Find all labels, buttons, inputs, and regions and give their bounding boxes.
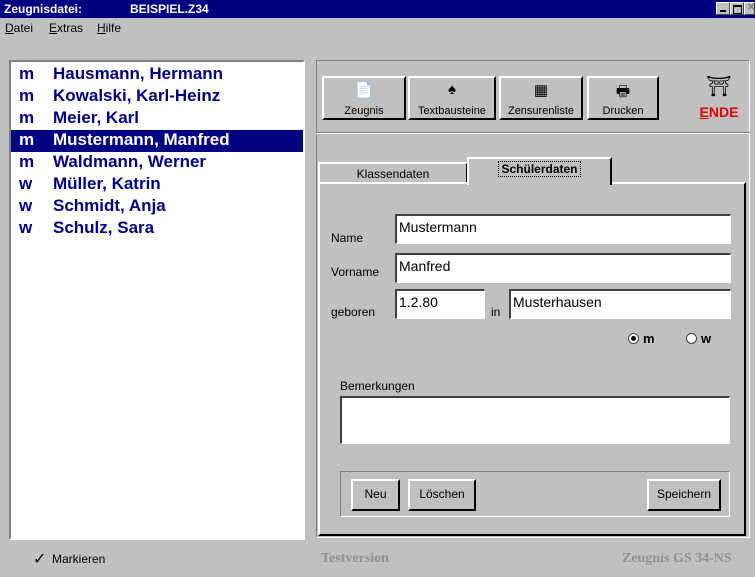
student-list-item[interactable]: m Waldmann, Werner xyxy=(11,152,303,174)
menu-extras-accel: E xyxy=(49,21,58,35)
student-gender: w xyxy=(19,196,33,215)
eraser-icon: ♠ xyxy=(448,81,456,98)
testversion-label: Testversion xyxy=(321,551,389,566)
student-name: Meier, Karl xyxy=(53,108,139,127)
close-button[interactable] xyxy=(744,2,755,15)
student-list-item[interactable]: m Kowalski, Karl-Heinz xyxy=(11,86,303,108)
minimize-button[interactable] xyxy=(716,2,730,15)
menu-bar: Datei Extras Hilfe xyxy=(0,18,755,38)
menu-datei-accel: D xyxy=(5,21,14,35)
student-name: Hausmann, Hermann xyxy=(53,64,224,83)
radio-m-label: m xyxy=(643,331,655,346)
menu-hilfe-label: ilfe xyxy=(105,21,122,35)
menu-hilfe[interactable]: Hilfe xyxy=(97,21,121,35)
markieren-label[interactable]: Markieren xyxy=(52,552,105,566)
window-file-name: BEISPIEL.Z34 xyxy=(130,2,209,16)
neu-button[interactable]: Neu xyxy=(351,479,400,511)
toolbar-divider xyxy=(316,132,750,134)
radio-dot-w xyxy=(686,333,697,344)
student-gender: m xyxy=(19,108,35,127)
student-name: Kowalski, Karl-Heinz xyxy=(53,86,221,105)
geburtsort-field[interactable]: Musterhausen xyxy=(509,289,731,319)
name-label: Name xyxy=(331,231,364,245)
ende-accel: E xyxy=(699,104,709,120)
tab-klassendaten[interactable]: Klassendaten xyxy=(318,162,468,184)
student-gender: m xyxy=(19,130,35,149)
name-field[interactable]: Mustermann xyxy=(395,214,731,244)
drucken-button[interactable]: 🖶 Drucken xyxy=(587,76,659,120)
drucken-button-label: Drucken xyxy=(602,105,644,117)
student-list-item-selected[interactable]: m Mustermann, Manfred xyxy=(11,130,303,152)
vorname-field[interactable]: Manfred xyxy=(395,253,731,283)
textbausteine-button[interactable]: ♠ Textbausteine xyxy=(408,76,496,120)
printer-icon: 🖶 xyxy=(615,83,631,100)
speichern-button[interactable]: Speichern xyxy=(647,479,721,511)
menu-extras[interactable]: Extras xyxy=(49,21,83,35)
radio-w-label: w xyxy=(701,331,712,346)
exit-door-icon: ⛩ xyxy=(706,76,732,98)
product-name-label: Zeugnis GS 34-NS xyxy=(622,551,732,566)
student-gender: m xyxy=(19,86,35,105)
tab-schuelerdaten[interactable]: Schülerdaten xyxy=(467,157,612,185)
tab-klassendaten-label: Klassendaten xyxy=(356,167,430,181)
zeugnis-button-label: Zeugnis xyxy=(344,105,384,117)
geboren-field[interactable]: 1.2.80 xyxy=(395,289,485,319)
student-gender: w xyxy=(19,218,33,237)
checkmark-icon: ✓ xyxy=(33,551,47,568)
student-name: Müller, Katrin xyxy=(53,174,161,193)
textbausteine-button-label: Textbausteine xyxy=(418,105,486,117)
window-title-label: Zeugnisdatei: xyxy=(4,2,83,16)
student-gender: w xyxy=(19,174,33,193)
student-list[interactable]: m Hausmann, Hermann m Kowalski, Karl-Heinz… xyxy=(9,60,305,540)
loeschen-button[interactable]: Löschen xyxy=(408,479,476,511)
radio-dot-m xyxy=(628,333,639,344)
document-icon: 📄 xyxy=(354,82,374,99)
student-name: Mustermann, Manfred xyxy=(53,130,230,149)
student-list-item[interactable]: w Müller, Katrin xyxy=(11,174,303,196)
student-name: Schmidt, Anja xyxy=(53,196,166,215)
student-name: Waldmann, Werner xyxy=(53,152,207,171)
zeugnis-button[interactable]: 📄 Zeugnis xyxy=(322,76,406,120)
tab-schuelerdaten-label: Schülerdaten xyxy=(498,161,581,177)
student-gender: m xyxy=(19,64,35,83)
student-list-item[interactable]: m Hausmann, Hermann xyxy=(11,64,303,86)
table-icon: ▦ xyxy=(533,82,549,99)
zensurenliste-button[interactable]: ▦ Zensurenliste xyxy=(499,76,583,120)
bemerkungen-field[interactable] xyxy=(340,396,730,444)
title-bar: Zeugnisdatei: BEISPIEL.Z34 xyxy=(0,0,755,18)
student-list-item[interactable]: w Schulz, Sara xyxy=(11,218,303,240)
menu-datei[interactable]: Datei xyxy=(5,21,33,35)
menu-extras-label: xtras xyxy=(57,21,84,35)
ende-button-label: ENDE xyxy=(699,104,739,120)
maximize-button[interactable] xyxy=(730,2,744,15)
student-name: Schulz, Sara xyxy=(53,218,155,237)
menu-datei-label: atei xyxy=(13,21,34,35)
student-list-item[interactable]: w Schmidt, Anja xyxy=(11,196,303,218)
geboren-label: geboren xyxy=(331,305,376,319)
menu-hilfe-accel: H xyxy=(97,21,106,35)
zensurenliste-button-label: Zensurenliste xyxy=(507,105,575,117)
bemerkungen-label: Bemerkungen xyxy=(340,379,415,393)
vorname-label: Vorname xyxy=(331,265,380,279)
ende-button[interactable]: ⛩ ENDE xyxy=(696,74,742,122)
student-list-item[interactable]: m Meier, Karl xyxy=(11,108,303,130)
student-gender: m xyxy=(19,152,35,171)
in-label: in xyxy=(491,305,501,319)
